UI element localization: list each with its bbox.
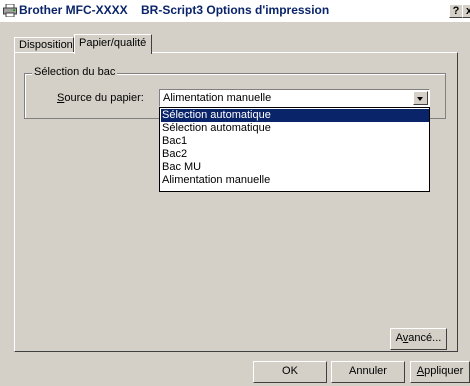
dropdown-option[interactable]: Alimentation manuelle (161, 174, 429, 187)
printer-icon (3, 4, 17, 17)
chevron-down-icon[interactable] (413, 91, 428, 105)
apply-mnemonic: A (416, 365, 425, 377)
tab-papier-qualite[interactable]: Papier/qualité (74, 34, 152, 54)
tab-disposition[interactable]: Disposition (14, 37, 74, 53)
dropdown-option[interactable]: Bac2 (161, 148, 429, 161)
close-button[interactable]: x (462, 4, 470, 18)
window-title: Brother MFC-XXXX BR-Script3 Options d'im… (19, 3, 330, 17)
advanced-button[interactable]: Avancé... (390, 328, 447, 350)
paper-source-label: Source du papier: (57, 92, 144, 104)
tray-selection-legend: Sélection du bac (32, 66, 118, 78)
dropdown-option[interactable]: Sélection automatique (161, 109, 429, 122)
paper-source-value: Alimentation manuelle (163, 92, 272, 104)
paper-source-select[interactable]: Alimentation manuelle (159, 89, 430, 107)
help-button[interactable]: ? (449, 4, 463, 18)
ok-button[interactable]: OK (253, 361, 327, 383)
cancel-button[interactable]: Annuler (331, 361, 405, 383)
apply-button[interactable]: Appliquer (410, 361, 470, 383)
dropdown-option[interactable]: Sélection automatique (161, 122, 429, 135)
dropdown-option[interactable]: Bac1 (161, 135, 429, 148)
advanced-label-post: ancé... (408, 332, 442, 344)
title-bar[interactable]: Brother MFC-XXXX BR-Script3 Options d'im… (0, 0, 470, 22)
paper-source-label-text: ource du papier: (64, 92, 144, 104)
advanced-label-pre: A (395, 332, 403, 344)
print-options-dialog: Brother MFC-XXXX BR-Script3 Options d'im… (0, 0, 470, 386)
dropdown-option[interactable]: Bac MU (161, 161, 429, 174)
paper-source-dropdown-list: Sélection automatique Sélection automati… (159, 107, 430, 192)
apply-label-post: ppliquer (424, 365, 464, 377)
